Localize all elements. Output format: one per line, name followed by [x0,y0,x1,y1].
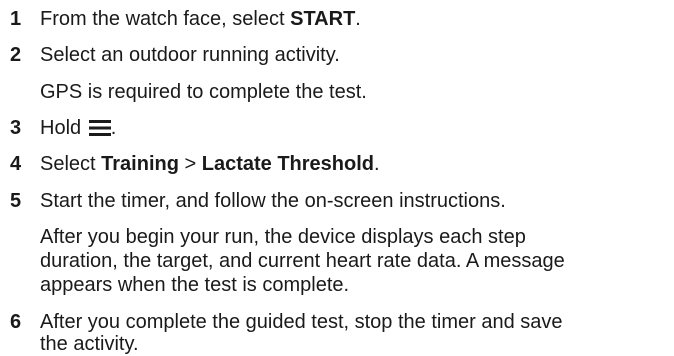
step-text-pre: From the watch face, select [40,8,291,30]
step-number: 3 [10,117,22,139]
step-number: 1 [10,8,22,30]
menu-icon [88,120,111,136]
step-text: Hold . [40,116,116,140]
gps-note: GPS is required to complete the test. [40,81,367,103]
run-note-line: After you begin your run, the device dis… [40,226,526,248]
instruction-list: 1 From the watch face, select START. 2 S… [0,0,674,356]
start-label: START [290,8,356,30]
step-text: From the watch face, select START. [40,7,361,31]
step-number: 6 [10,311,22,333]
step-number: 2 [10,44,22,66]
step-text-line: the activity. [40,333,139,355]
step-text-pre: Select [40,153,102,175]
run-note-line: appears when the test is complete. [40,274,350,296]
step-text-post: . [355,8,361,30]
run-note-line: duration, the target, and current heart … [40,250,565,272]
step-text-pre: Hold [40,117,87,139]
step-text-line: After you complete the guided test, stop… [40,311,563,333]
step-text: Select an outdoor running activity. [40,44,340,66]
step-text: Select Training > Lactate Threshold. [40,152,380,176]
step-text-post: . [110,117,117,139]
step-number: 5 [10,190,22,212]
lactate-threshold-label: Lactate Threshold [201,153,375,175]
step-text: Start the timer, and follow the on-scree… [40,190,506,212]
step-text-mid: > [178,153,202,175]
step-number: 4 [10,153,22,175]
training-label: Training [101,153,179,175]
step-text-post: . [374,153,380,175]
